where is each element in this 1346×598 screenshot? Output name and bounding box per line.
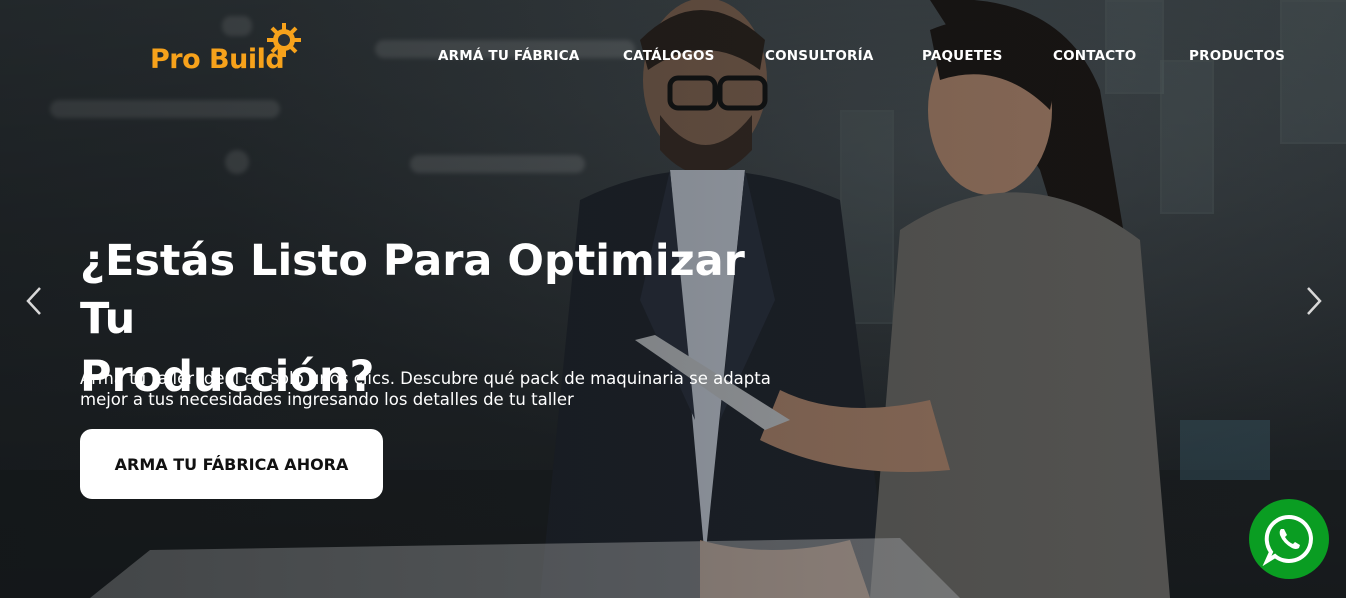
nav-item-paquetes[interactable]: PAQUETES: [922, 48, 1003, 64]
hero-headline-line1: ¿Estás Listo Para Optimizar Tu: [80, 236, 745, 344]
hero-section: Pro Build ARMÁ TU FÁBRICA CATÁLOGOS CONS…: [0, 0, 1346, 598]
nav-item-consultoria[interactable]: CONSULTORÍA: [765, 48, 874, 64]
chevron-right-icon[interactable]: [1302, 284, 1326, 318]
hero-subtext: Arma tu taller ideal en solo unos clics.…: [80, 368, 780, 410]
nav-item-contacto[interactable]: CONTACTO: [1053, 48, 1136, 64]
hero-subtext-line2: mejor a tus necesidades ingresando los d…: [80, 390, 574, 409]
cta-button[interactable]: ARMA TU FÁBRICA AHORA: [80, 429, 383, 499]
hero-subtext-line1: Arma tu taller ideal en solo unos clics.…: [80, 369, 771, 388]
nav-item-productos[interactable]: PRODUCTOS: [1189, 48, 1285, 64]
nav-item-catalogos[interactable]: CATÁLOGOS: [623, 48, 715, 64]
whatsapp-icon: [1262, 514, 1313, 566]
nav-item-arma-tu-fabrica[interactable]: ARMÁ TU FÁBRICA: [438, 48, 579, 64]
whatsapp-button[interactable]: [1249, 499, 1329, 579]
chevron-left-icon[interactable]: [22, 284, 46, 318]
main-nav: ARMÁ TU FÁBRICA CATÁLOGOS CONSULTORÍA PA…: [0, 48, 1346, 68]
